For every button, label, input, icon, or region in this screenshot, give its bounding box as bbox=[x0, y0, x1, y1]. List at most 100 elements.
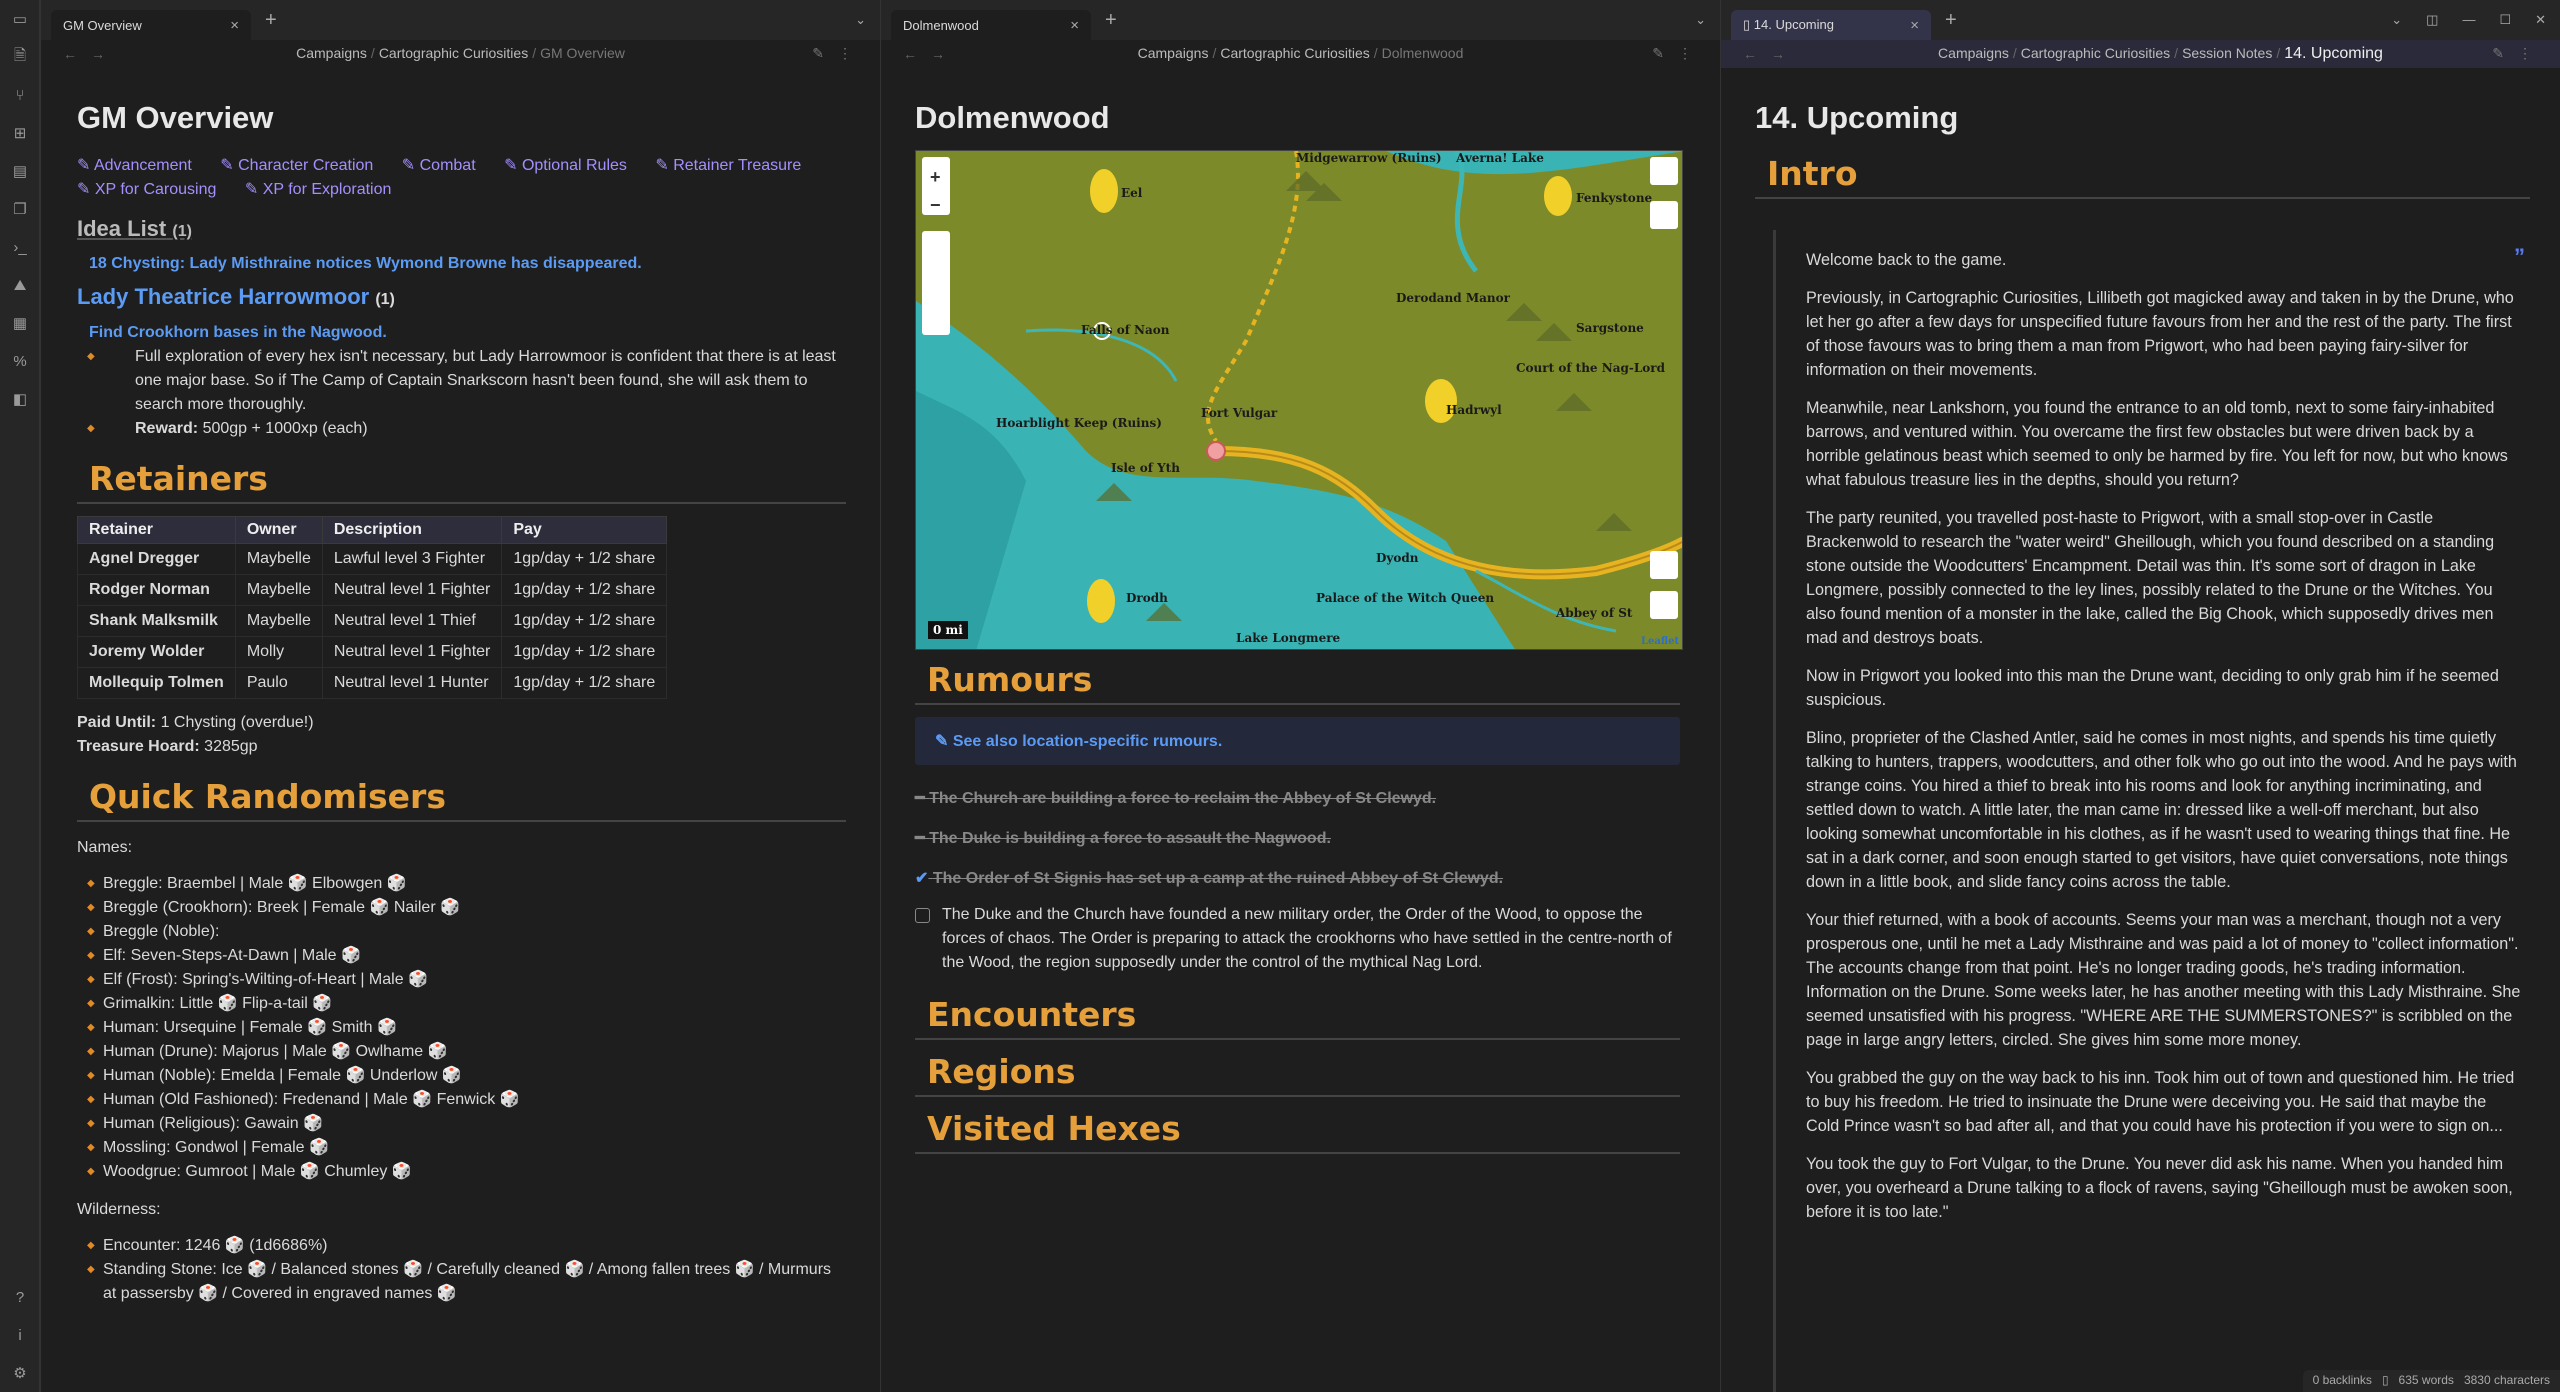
link-optional-rules[interactable]: ✎ Optional Rules bbox=[504, 157, 639, 174]
list-item[interactable]: Standing Stone: Ice 🎲 / Balanced stones … bbox=[77, 1258, 846, 1306]
map-icon[interactable]: ⛰ bbox=[0, 266, 40, 304]
table-cell: Maybelle bbox=[234, 574, 323, 606]
crumb[interactable]: Campaigns bbox=[296, 45, 367, 61]
map-view[interactable]: + − Midgewarrow (Ruins) Eel Averna! Lake Fen… bbox=[915, 150, 1683, 650]
map-label[interactable]: Hoarblight Keep (Ruins) bbox=[996, 416, 1162, 430]
crumb[interactable]: Campaigns bbox=[1938, 45, 2009, 61]
map-label[interactable]: Fenkystone bbox=[1576, 191, 1652, 205]
sidebar-toggle-icon[interactable]: ▭ bbox=[0, 0, 40, 38]
map-label[interactable]: Sargstone bbox=[1576, 321, 1644, 335]
crumb[interactable]: Cartographic Curiosities bbox=[379, 45, 528, 61]
list-item[interactable]: Human (Old Fashioned): Fredenand | Male … bbox=[77, 1088, 846, 1112]
copy-icon[interactable]: ❐ bbox=[0, 190, 40, 228]
link-combat[interactable]: ✎ Combat bbox=[402, 157, 488, 174]
list-item[interactable]: Breggle (Noble): bbox=[77, 920, 846, 944]
crumb-current[interactable]: 14. Upcoming bbox=[2284, 45, 2383, 62]
map-label[interactable]: Court of the Nag-Lord bbox=[1516, 361, 1665, 375]
task-item[interactable]: Find Crookhorn bases in the Nagwood. bbox=[77, 321, 846, 345]
crumb[interactable]: Cartographic Curiosities bbox=[1220, 45, 1369, 61]
rumours-callout[interactable]: ✎ See also location-specific rumours. bbox=[915, 717, 1680, 765]
settings-icon[interactable]: ⚙ bbox=[0, 1354, 40, 1392]
link-character-creation[interactable]: ✎ Character Creation bbox=[220, 157, 385, 174]
list-item[interactable]: Encounter: 1246 🎲 (1d6686%) bbox=[77, 1234, 846, 1258]
map-label[interactable]: Hadrwyl bbox=[1446, 403, 1502, 417]
map-label[interactable]: Averna! Lake bbox=[1456, 151, 1544, 165]
crumb[interactable]: Session Notes bbox=[2182, 45, 2272, 61]
link-retainer-treasure[interactable]: ✎ Retainer Treasure bbox=[655, 157, 813, 174]
terminal-icon[interactable]: ›_ bbox=[0, 228, 40, 266]
map-label[interactable]: Eel bbox=[1121, 186, 1142, 200]
new-tab-icon[interactable]: + bbox=[1945, 9, 1957, 32]
new-tab-icon[interactable]: + bbox=[265, 9, 277, 32]
edit-icon[interactable]: ✎⋮ bbox=[1652, 45, 1706, 62]
chevron-down-icon[interactable]: ⌄ bbox=[1695, 12, 1706, 28]
edit-icon[interactable]: ✎⋮ bbox=[2492, 45, 2546, 62]
close-icon[interactable]: × bbox=[230, 17, 239, 34]
canvas-icon[interactable]: ⊞ bbox=[0, 114, 40, 152]
close-icon[interactable]: × bbox=[1070, 17, 1079, 34]
map-label[interactable]: Isle of Yth bbox=[1111, 461, 1180, 475]
map-label[interactable]: Dyodn bbox=[1376, 551, 1419, 565]
rumour-struck-2[interactable]: ━ The Duke is building a force to assaul… bbox=[915, 819, 1680, 859]
new-tab-icon[interactable]: + bbox=[1105, 9, 1117, 32]
list-item[interactable]: Human (Religious): Gawain 🎲 bbox=[77, 1112, 846, 1136]
map-label[interactable]: Derodand Manor bbox=[1396, 291, 1510, 305]
list-item[interactable]: Human (Drune): Majorus | Male 🎲 Owlhame … bbox=[77, 1040, 846, 1064]
crumb-current[interactable]: GM Overview bbox=[540, 45, 625, 61]
help-icon[interactable]: ? bbox=[0, 1278, 40, 1316]
lady-heading[interactable]: Lady Theatrice Harrowmoor (1) bbox=[77, 280, 846, 317]
edit-icon[interactable]: ✎⋮ bbox=[812, 45, 866, 62]
chevron-down-icon[interactable]: ⌄ bbox=[2391, 12, 2402, 28]
crumb[interactable]: Cartographic Curiosities bbox=[2021, 45, 2170, 61]
table-icon[interactable]: ▦ bbox=[0, 304, 40, 342]
fold-visited-hexes[interactable]: Visited Hexes bbox=[915, 1109, 1680, 1154]
fold-regions[interactable]: Regions bbox=[915, 1052, 1680, 1097]
chevron-down-icon[interactable]: ⌄ bbox=[855, 12, 866, 28]
layout-icon[interactable]: ◧ bbox=[0, 380, 40, 418]
minimize-icon[interactable]: — bbox=[2462, 12, 2475, 28]
map-label[interactable]: Drodh bbox=[1126, 591, 1168, 605]
files-icon[interactable]: 🗎 bbox=[0, 38, 40, 76]
percent-icon[interactable]: % bbox=[0, 342, 40, 380]
map-label[interactable]: 0 mi bbox=[928, 621, 968, 639]
fold-encounters[interactable]: Encounters bbox=[915, 995, 1680, 1040]
idea-item[interactable]: 18 Chysting: Lady Misthraine notices Wym… bbox=[77, 252, 846, 276]
tab-gm-overview[interactable]: GM Overview × bbox=[51, 10, 251, 40]
link-xp-carousing[interactable]: ✎ XP for Carousing bbox=[77, 181, 228, 198]
map-label[interactable]: Leaflet bbox=[1641, 636, 1679, 647]
sidebar-right-icon[interactable]: ◫ bbox=[2426, 12, 2438, 28]
close-icon[interactable]: × bbox=[1910, 17, 1919, 34]
list-item[interactable]: Elf: Seven-Steps-At-Dawn | Male 🎲 bbox=[77, 944, 846, 968]
map-label[interactable]: Lake Longmere bbox=[1236, 631, 1340, 645]
rumour-struck-1[interactable]: ━ The Church are building a force to rec… bbox=[915, 779, 1680, 819]
crumb[interactable]: Campaigns bbox=[1138, 45, 1209, 61]
breadcrumb: Campaigns / Cartographic Curiosities / GM Ov… bbox=[296, 45, 625, 61]
map-label[interactable]: Midgewarrow (Ruins) bbox=[1296, 151, 1442, 165]
list-item[interactable]: Elf (Frost): Spring's-Wilting-of-Heart |… bbox=[77, 968, 846, 992]
rumour-struck-3[interactable]: ✔ The Order of St Signis has set up a ca… bbox=[915, 859, 1680, 899]
crumb-current[interactable]: Dolmenwood bbox=[1382, 45, 1464, 61]
graph-icon[interactable]: ⑂ bbox=[0, 76, 40, 114]
list-item[interactable]: Breggle (Crookhorn): Breek | Female 🎲 Na… bbox=[77, 896, 846, 920]
zoom-controls[interactable]: + − bbox=[930, 163, 941, 219]
list-item[interactable]: Grimalkin: Little 🎲 Flip-a-tail 🎲 bbox=[77, 992, 846, 1016]
map-label[interactable]: Palace of the Witch Queen bbox=[1316, 591, 1494, 605]
list-item[interactable]: Human: Ursequine | Female 🎲 Smith 🎲 bbox=[77, 1016, 846, 1040]
calendar-icon[interactable]: ▤ bbox=[0, 152, 40, 190]
list-item[interactable]: Human (Noble): Emelda | Female 🎲 Underlo… bbox=[77, 1064, 846, 1088]
checkbox[interactable] bbox=[915, 908, 930, 923]
maximize-icon[interactable]: ☐ bbox=[2499, 12, 2511, 28]
map-label[interactable]: Abbey of St bbox=[1556, 606, 1632, 620]
link-advancement[interactable]: ✎ Advancement bbox=[77, 157, 204, 174]
list-item[interactable]: Breggle: Braembel | Male 🎲 Elbowgen 🎲 bbox=[77, 872, 846, 896]
map-label[interactable]: Falls of Naon bbox=[1081, 323, 1170, 337]
info-icon[interactable]: i bbox=[0, 1316, 40, 1354]
rumour-open[interactable]: The Duke and the Church have founded a n… bbox=[915, 903, 1680, 975]
map-label[interactable]: Fort Vulgar bbox=[1201, 406, 1277, 420]
list-item[interactable]: Mossling: Gondwol | Female 🎲 bbox=[77, 1136, 846, 1160]
close-window-icon[interactable]: ✕ bbox=[2535, 12, 2546, 28]
tab-upcoming[interactable]: ▯ 14. Upcoming × bbox=[1731, 10, 1931, 40]
tab-dolmenwood[interactable]: Dolmenwood × bbox=[891, 10, 1091, 40]
list-item[interactable]: Woodgrue: Gumroot | Male 🎲 Chumley 🎲 bbox=[77, 1160, 846, 1184]
link-xp-exploration[interactable]: ✎ XP for Exploration bbox=[245, 181, 404, 198]
